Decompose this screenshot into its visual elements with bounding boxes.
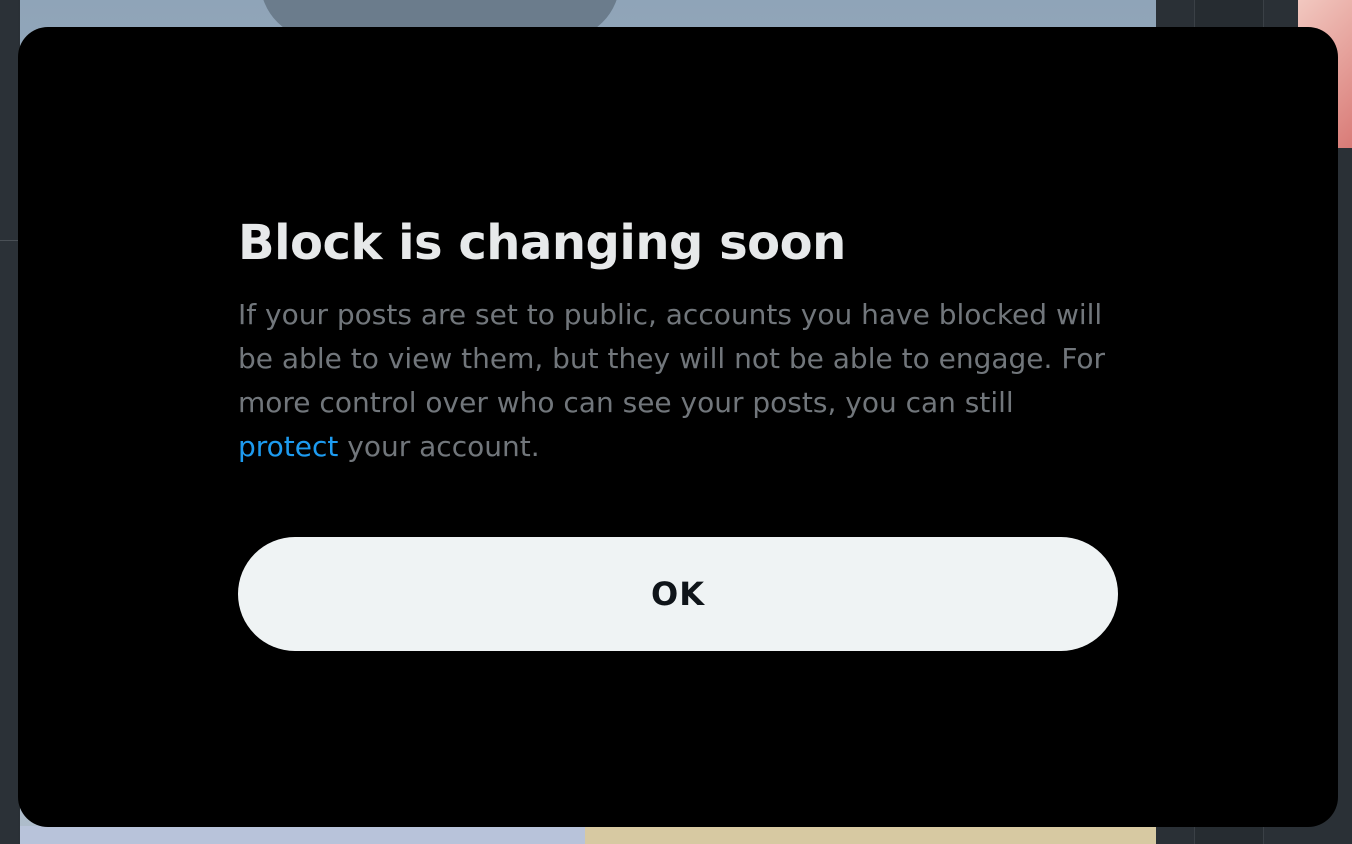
dialog-body-before-link: If your posts are set to public, account… <box>238 298 1106 419</box>
left-sidebar <box>0 0 18 844</box>
background-image-strip-right <box>585 826 1156 844</box>
ok-button[interactable]: OK <box>238 537 1118 651</box>
dialog-body-after-link: your account. <box>338 430 540 463</box>
background-image-strip-left <box>20 826 585 844</box>
dialog-title: Block is changing soon <box>238 215 846 271</box>
sidebar-divider <box>0 240 18 241</box>
protect-account-link[interactable]: protect <box>238 430 338 463</box>
block-changing-dialog: Block is changing soon If your posts are… <box>18 27 1338 827</box>
dialog-body-text: If your posts are set to public, account… <box>238 293 1108 469</box>
dialog-content: Block is changing soon If your posts are… <box>238 213 1118 469</box>
